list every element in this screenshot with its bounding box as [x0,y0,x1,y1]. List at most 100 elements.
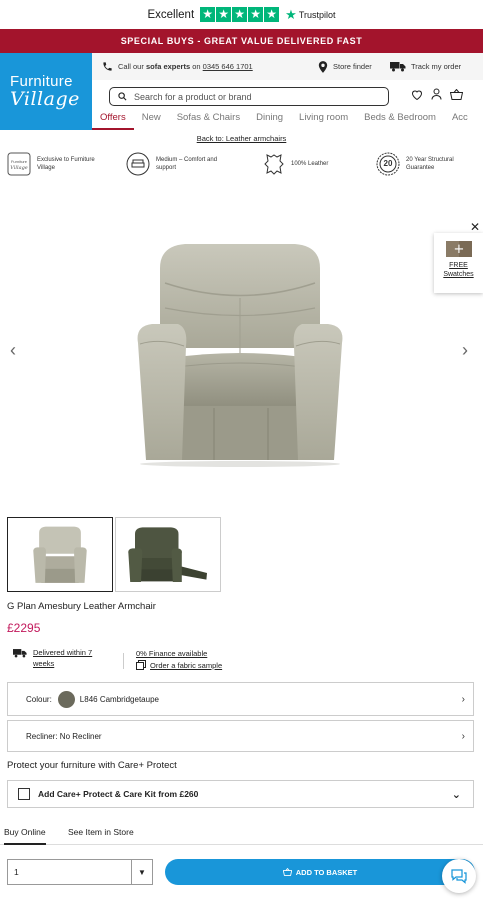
recliner-value: Recliner: No Recliner [26,731,102,741]
star-icon: ★ [248,7,264,22]
feature-leather: 100% Leather [263,152,328,176]
thumbnail-1[interactable] [7,517,113,592]
account-user-icon[interactable] [431,88,442,100]
logo-line-2: Village [10,88,80,110]
call-experts[interactable]: Call our sofa experts on 0345 646 1701 [102,61,253,72]
care-protect-option[interactable]: Add Care+ Protect & Care Kit from £260 ⌄ [7,780,474,808]
feature-guarantee-text1: 20 Year Structural [406,156,454,163]
leather-hide-icon [264,154,284,175]
trustpilot-logo: ★ Trustpilot [285,7,335,23]
thumbnail-2[interactable] [115,517,221,592]
finance-and-sample: 0% Finance available Order a fabric samp… [136,648,222,671]
close-icon[interactable]: ✕ [470,220,480,234]
trustpilot-rating-word: Excellent [147,8,195,21]
finance-link[interactable]: 0% Finance available [136,648,222,660]
delivery-truck-icon [390,62,406,72]
search-icon [118,92,127,101]
feature-comfort: Medium – Comfort and support [126,152,217,176]
feature-guarantee: 20 20 Year Structural Guarantee [376,152,454,176]
basket-icon[interactable] [450,88,463,100]
delivery-info[interactable]: Delivered within 7 weeks [13,648,92,669]
nav-item-accessories[interactable]: Acc [444,108,476,130]
thumbnail-image-taupe [33,526,87,583]
product-main-image[interactable] [130,238,350,468]
search-placeholder: Search for a product or brand [134,91,252,102]
care-protect-label: Add Care+ Protect & Care Kit from £260 [38,789,199,799]
store-finder-label: Store finder [333,62,372,71]
location-pin-icon [318,60,328,73]
chat-button[interactable] [442,859,476,893]
trustpilot-stars: ★ ★ ★ ★ ★ [200,7,280,22]
track-order-link[interactable]: Track my order [390,61,461,72]
main-nav: Offers New Sofas & Chairs Dining Living … [92,108,483,130]
tab-buy-online[interactable]: Buy Online [4,827,46,845]
delivery-text-1: Delivered within 7 [33,648,93,657]
colour-value: L846 Cambridgetaupe [79,694,159,704]
call-prefix: Call our [118,62,144,71]
nav-item-dining[interactable]: Dining [248,108,291,130]
care-protect-checkbox[interactable] [18,788,30,800]
fabric-swatch-icon: + [445,241,472,257]
trustpilot-bar[interactable]: Excellent ★ ★ ★ ★ ★ ★ Trustpilot [0,0,483,29]
feature-exclusive-text1: Exclusive to Furniture [37,156,95,163]
track-order-label: Track my order [411,62,462,71]
chat-bubble-icon [451,869,467,884]
swatches-line-1: FREE [449,262,468,269]
back-link[interactable]: Back to: Leather armchairs [0,134,483,143]
sample-copy-icon [136,660,146,671]
promo-banner[interactable]: SPECIAL BUYS - GREAT VALUE DELIVERED FAS… [0,29,483,53]
quantity-select[interactable]: 1 ▼ [7,859,153,885]
header-icons [411,88,463,100]
care-protect-title: Protect your furniture with Care+ Protec… [7,760,177,771]
wishlist-heart-icon[interactable] [411,89,423,100]
nav-item-new[interactable]: New [134,108,169,130]
phone-icon [103,62,112,71]
phone-number-link[interactable]: 0345 646 1701 [203,62,253,71]
nav-item-beds-bedroom[interactable]: Beds & Bedroom [356,108,444,130]
tab-see-in-store[interactable]: See Item in Store [68,827,134,845]
star-icon: ★ [264,7,280,22]
thumbnail-image-green-reclined [128,526,207,582]
nav-item-living-room[interactable]: Living room [291,108,356,130]
fabric-sample-link[interactable]: Order a fabric sample [136,660,222,672]
delivery-truck-icon [13,649,27,658]
svg-text:Furniture: Furniture [11,159,28,164]
store-finder-link[interactable]: Store finder [318,60,372,73]
feature-exclusive-text2: Village [37,165,55,171]
guarantee-badge-number: 20 [383,159,393,168]
basket-icon [282,868,292,876]
add-to-basket-button[interactable]: ADD TO BASKET [165,859,475,885]
add-to-basket-label: ADD TO BASKET [295,867,358,877]
colour-label: Colour: [26,694,52,704]
search-input[interactable]: Search for a product or brand [109,87,389,106]
header-utility-bar: Call our sofa experts on 0345 646 1701 S… [92,53,483,80]
divider [123,653,124,669]
gallery-next-arrow[interactable]: › [462,340,468,361]
delivery-text-2: weeks [33,658,55,668]
svg-text:Village: Village [10,165,28,171]
feature-comfort-text1: Medium – Comfort and [156,156,218,163]
product-name: G Plan Amesbury Leather Armchair [7,601,156,612]
comfort-icon [126,152,150,176]
chevron-down-icon[interactable]: ⌄ [452,788,461,801]
colour-selector[interactable]: Colour: L846 Cambridgetaupe › [7,682,474,716]
recliner-selector[interactable]: Recliner: No Recliner › [7,720,474,752]
feature-leather-text: 100% Leather [291,160,329,167]
free-swatches-card[interactable]: + FREE Swatches [434,233,483,293]
svg-text:+: + [453,242,464,257]
site-logo[interactable]: Furniture Village [0,53,92,130]
product-price: £2295 [7,621,41,635]
sample-label: Order a fabric sample [150,660,223,670]
gallery-prev-arrow[interactable]: ‹ [10,340,16,361]
call-bold: sofa experts [145,62,191,71]
trustpilot-star-icon: ★ [285,6,297,22]
chevron-right-icon: › [461,730,465,742]
star-icon: ★ [216,7,232,22]
feature-comfort-text2: support [156,165,177,171]
nav-item-sofas-chairs[interactable]: Sofas & Chairs [169,108,248,130]
trustpilot-brand: Trustpilot [298,9,336,20]
nav-item-offers[interactable]: Offers [92,108,134,130]
feature-badges: Furniture Village Exclusive to Furniture V… [0,152,483,184]
dropdown-arrow-icon: ▼ [131,860,152,884]
product-gallery: ‹ › ✕ + FREE Swatches [0,200,483,510]
